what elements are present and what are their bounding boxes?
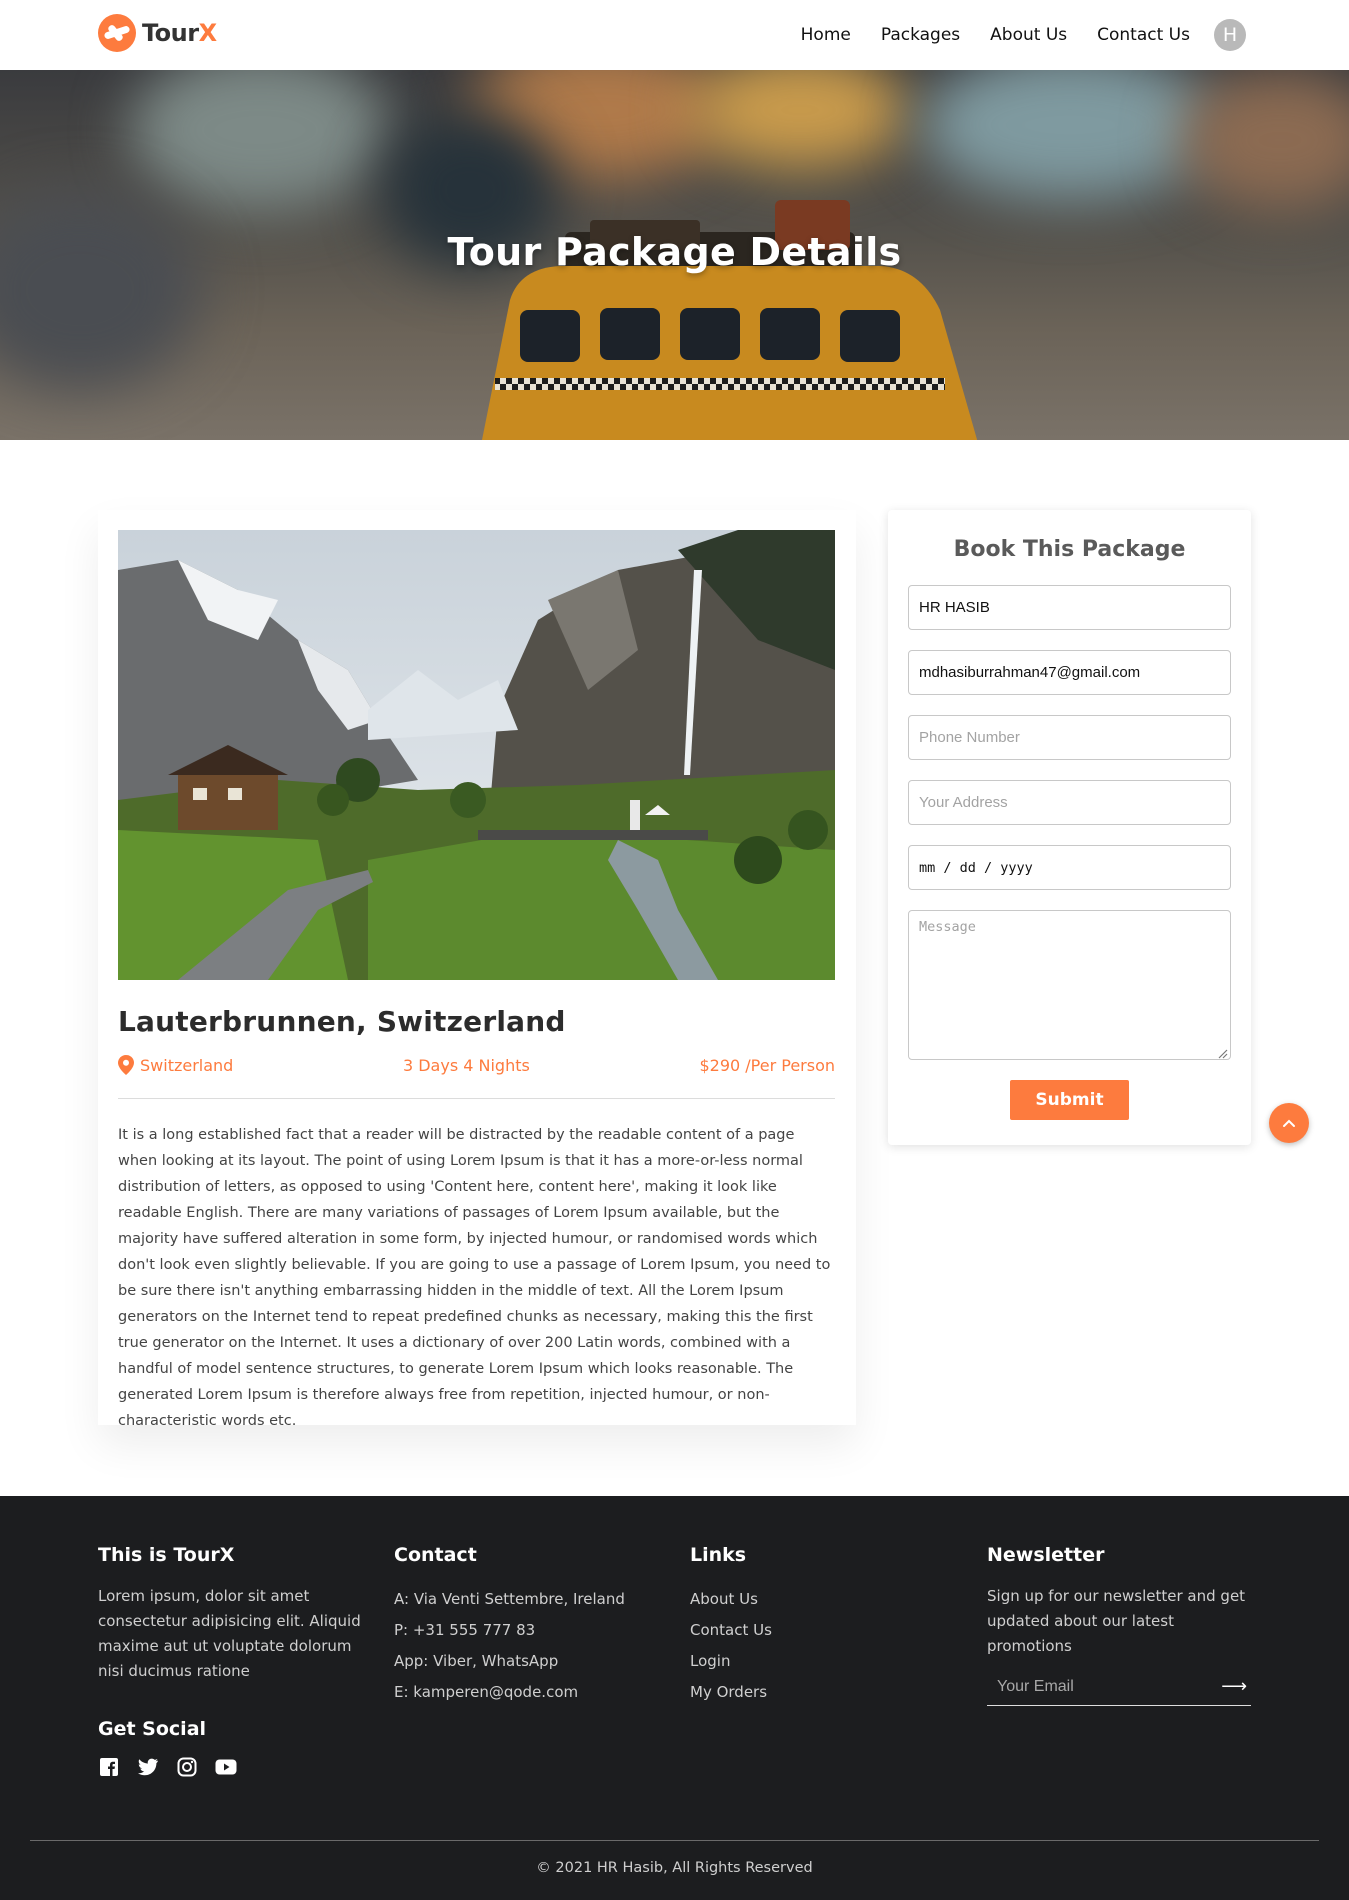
newsletter-form: ⟶: [987, 1670, 1251, 1706]
footer-link-orders[interactable]: My Orders: [690, 1677, 930, 1708]
nav-link-about[interactable]: About Us: [990, 25, 1067, 45]
map-pin-icon: [118, 1055, 134, 1075]
navbar: TourX Home Packages About Us Contact Us …: [0, 0, 1349, 70]
nav-link-contact[interactable]: Contact Us: [1097, 25, 1190, 45]
footer-about-text: Lorem ipsum, dolor sit amet consectetur …: [98, 1587, 361, 1680]
package-price: $290 /Per Person: [699, 1055, 835, 1075]
newsletter-email-input[interactable]: [987, 1670, 1217, 1704]
resize-grip-icon[interactable]: [1216, 1047, 1228, 1059]
nav-link-packages[interactable]: Packages: [881, 25, 960, 45]
location-text: Switzerland: [140, 1055, 234, 1075]
package-description: It is a long established fact that a rea…: [118, 1127, 831, 1429]
footer-link-login[interactable]: Login: [690, 1646, 930, 1677]
toy-bus-illustration: [482, 200, 978, 440]
hero-banner: Tour Package Details: [0, 70, 1349, 440]
user-avatar[interactable]: H: [1214, 19, 1246, 51]
footer-about-title: This is TourX: [98, 1544, 235, 1566]
brand-logo[interactable]: TourX: [98, 14, 217, 52]
divider: [118, 1098, 835, 1099]
contact-phone: P: +31 555 777 83: [394, 1621, 536, 1639]
booking-form-card: Book This Package mm / dd / yyyy Submit: [888, 510, 1251, 1145]
contact-address: A: Via Venti Settembre, Ireland: [394, 1590, 625, 1608]
social-links: [98, 1756, 237, 1778]
nav-link-home[interactable]: Home: [801, 25, 851, 45]
airplane-logo-icon: [98, 14, 136, 52]
email-field[interactable]: [908, 650, 1231, 695]
footer-contact: Contact A: Via Venti Settembre, Ireland …: [394, 1544, 654, 1708]
contact-app: App: Viber, WhatsApp: [394, 1652, 559, 1670]
mountain-valley-photo: [118, 530, 835, 980]
booking-form-title: Book This Package: [953, 537, 1186, 562]
scroll-to-top-button[interactable]: [1269, 1103, 1309, 1143]
package-meta: Switzerland 3 Days 4 Nights $290 /Per Pe…: [118, 1055, 835, 1075]
brand-name: TourX: [142, 19, 217, 47]
newsletter-text: Sign up for our newsletter and get updat…: [987, 1587, 1246, 1655]
package-duration: 3 Days 4 Nights: [402, 1055, 530, 1075]
message-field[interactable]: [908, 910, 1231, 1060]
contact-email: E: kamperen@qode.com: [394, 1683, 579, 1701]
package-title: Lauterbrunnen, Switzerland: [118, 1005, 566, 1038]
chevron-up-icon: [1283, 1119, 1295, 1127]
name-field[interactable]: [908, 585, 1231, 630]
instagram-icon[interactable]: [176, 1756, 198, 1778]
footer: This is TourX Lorem ipsum, dolor sit ame…: [0, 1496, 1349, 1900]
twitter-icon[interactable]: [137, 1756, 159, 1778]
date-field[interactable]: mm / dd / yyyy: [908, 845, 1231, 890]
copyright-text: © 2021 HR Hasib, All Rights Reserved: [536, 1860, 813, 1876]
address-field[interactable]: [908, 780, 1231, 825]
youtube-icon[interactable]: [215, 1756, 237, 1778]
footer-about: This is TourX Lorem ipsum, dolor sit ame…: [98, 1544, 368, 1684]
footer-links: Links About Us Contact Us Login My Order…: [690, 1544, 930, 1708]
newsletter-title: Newsletter: [987, 1544, 1105, 1566]
footer-newsletter: Newsletter Sign up for our newsletter an…: [987, 1544, 1257, 1659]
footer-contact-title: Contact: [394, 1544, 477, 1566]
footer-divider: [30, 1840, 1319, 1841]
package-location: Switzerland: [118, 1055, 233, 1075]
arrow-right-icon[interactable]: ⟶: [1221, 1676, 1247, 1697]
footer-links-title: Links: [690, 1544, 747, 1566]
package-details-card: Lauterbrunnen, Switzerland Switzerland 3…: [98, 510, 856, 1429]
social-title: Get Social: [98, 1718, 207, 1740]
footer-link-about[interactable]: About Us: [690, 1584, 930, 1615]
nav-links: Home Packages About Us Contact Us H: [771, 0, 1349, 70]
facebook-icon[interactable]: [98, 1756, 120, 1778]
phone-field[interactable]: [908, 715, 1231, 760]
footer-link-contact[interactable]: Contact Us: [690, 1615, 930, 1646]
page-title: Tour Package Details: [447, 230, 902, 274]
submit-button[interactable]: Submit: [1010, 1080, 1129, 1120]
